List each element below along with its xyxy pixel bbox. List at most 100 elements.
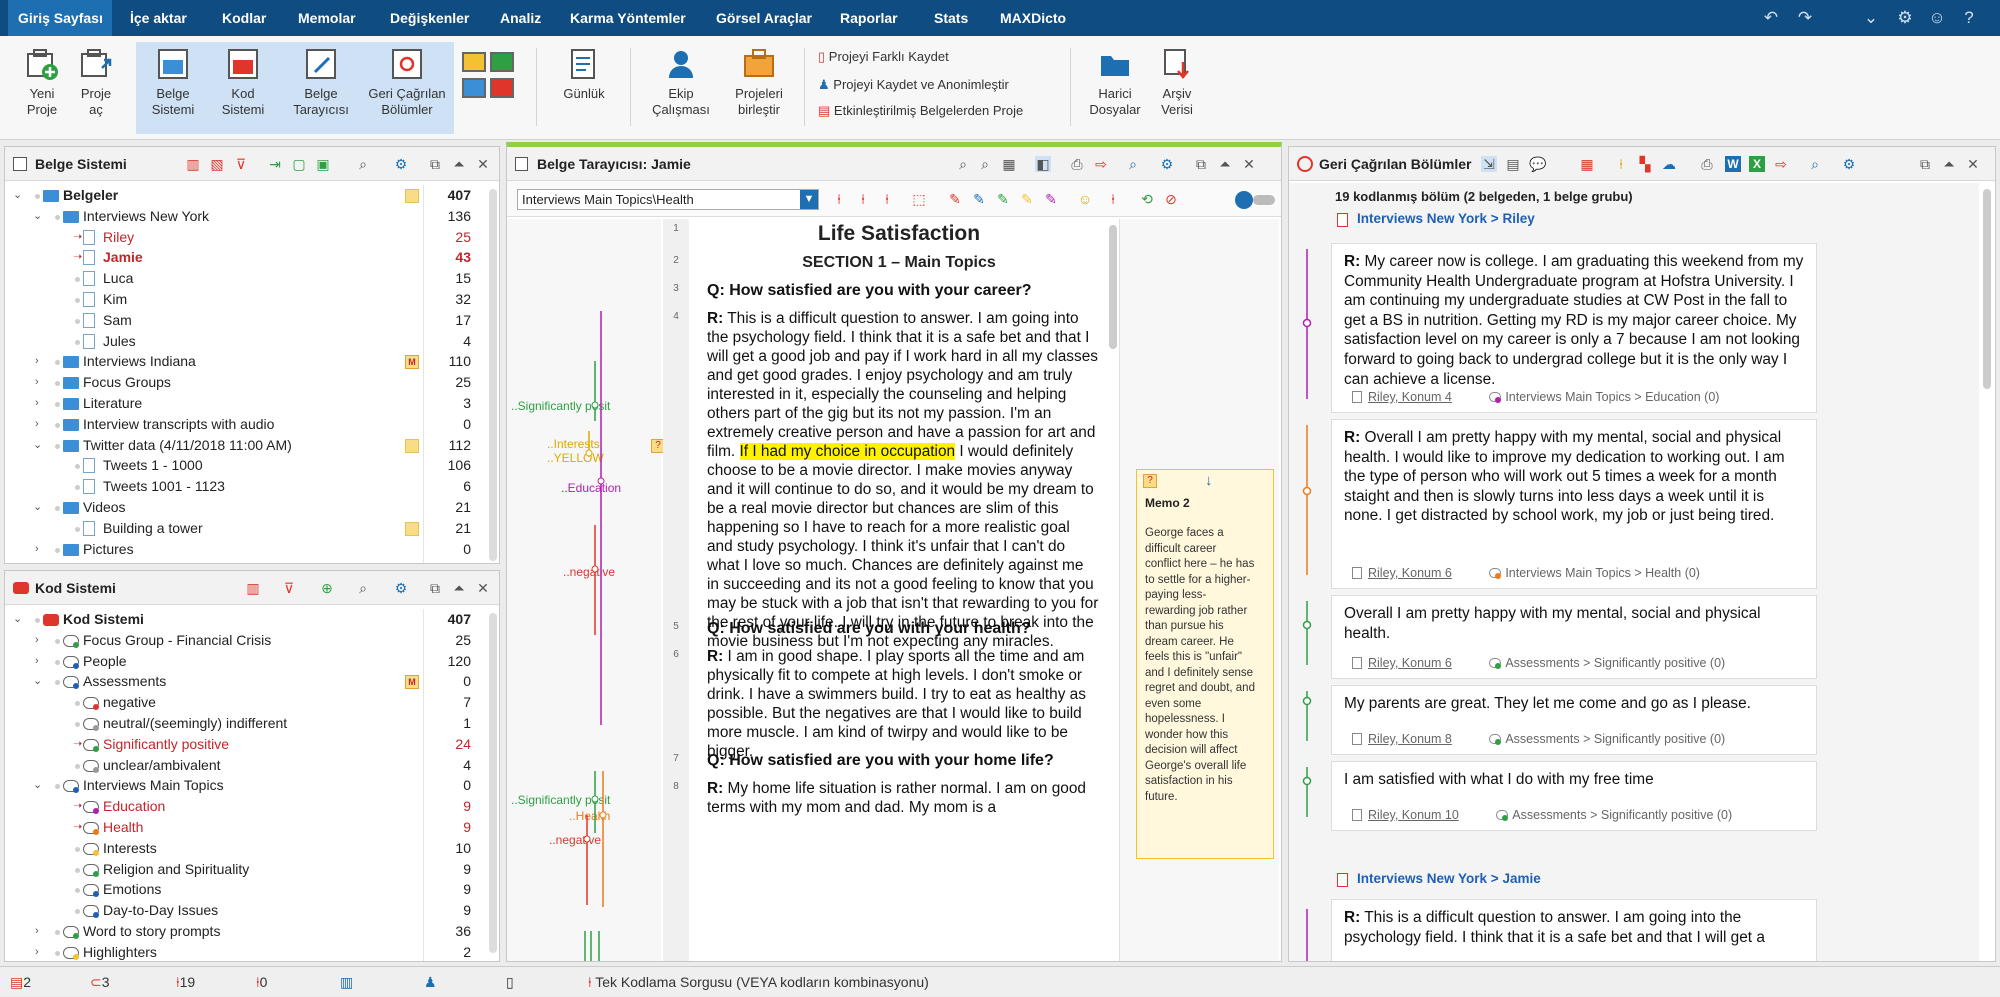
code-multiple-icon[interactable]: ⍿: [879, 191, 895, 207]
activate-codes-icon[interactable]: ▥: [245, 580, 261, 596]
chevron-right-icon[interactable]: ›: [35, 942, 49, 961]
filter-docs-icon[interactable]: ⊽: [233, 156, 249, 172]
code-in-vivo-icon[interactable]: ⍿: [1105, 191, 1121, 207]
edit-mode-icon[interactable]: [1235, 191, 1253, 209]
code-tree-row[interactable]: ➝ Education 9: [5, 796, 487, 817]
import-docs-icon[interactable]: ⇥: [267, 156, 283, 172]
chevron-right-icon[interactable]: ›: [35, 921, 49, 942]
new-project-button[interactable]: Yeni Proje: [18, 42, 66, 134]
chevron-right-icon[interactable]: ›: [35, 372, 49, 393]
chevron-down-icon[interactable]: ⌄: [33, 206, 47, 227]
doc-scrollbar[interactable]: [1109, 225, 1117, 349]
tab-5[interactable]: Analiz: [490, 0, 551, 36]
code-area-icon[interactable]: ⬚: [911, 191, 927, 207]
comment-icon[interactable]: 💬: [1529, 156, 1546, 172]
code-tree-row[interactable]: Day-to-Day Issues 9: [5, 900, 487, 921]
deactivate-docs-icon[interactable]: ▧: [209, 156, 225, 172]
segment-card[interactable]: R: My career now is college. I am gradua…: [1331, 243, 1817, 413]
search-icon[interactable]: ⌕: [355, 156, 371, 172]
doc-scrollbar[interactable]: [489, 189, 497, 561]
undock-icon[interactable]: ⧉: [427, 580, 443, 596]
segment-source-link[interactable]: Riley, Konum 6: [1368, 566, 1452, 580]
document-text-area[interactable]: Life Satisfaction SECTION 1 – Main Topic…: [693, 219, 1105, 961]
split-view-icon[interactable]: ◧: [1035, 156, 1051, 172]
status-memos[interactable]: ⍿0: [256, 967, 267, 997]
cloud-icon[interactable]: ☁: [1661, 156, 1677, 172]
doc-tree-row[interactable]: ➝ Jamie 43: [5, 247, 487, 268]
doc-tree-row[interactable]: › Interview transcripts with audio 0: [5, 414, 487, 435]
archive-button[interactable]: Arşiv Verisi: [1150, 42, 1204, 134]
code-tree-row[interactable]: › Word to story prompts 36: [5, 921, 487, 942]
close-icon[interactable]: ✕: [475, 156, 491, 172]
retrieved-segments-button[interactable]: Geri Çağrılan Bölümler: [364, 42, 450, 134]
code-tree-row[interactable]: negative 7: [5, 692, 487, 713]
code-tree-row[interactable]: › Focus Group - Financial Crisis 25: [5, 630, 487, 651]
save-as-button[interactable]: ▯ Projeyi Farklı Kaydet: [818, 46, 949, 68]
logbook-button[interactable]: Günlük: [556, 42, 612, 134]
remove-coding-icon[interactable]: ⊘: [1163, 191, 1179, 207]
undo-icon[interactable]: ↶: [1760, 8, 1782, 30]
code-tree-row[interactable]: Emotions 9: [5, 879, 487, 900]
collapse-icon[interactable]: ⏶: [451, 156, 467, 172]
doc-system-button[interactable]: Belge Sistemi: [144, 42, 202, 134]
help-icon[interactable]: ?: [1958, 8, 1980, 30]
doc-tree-row[interactable]: ⌄ Videos 21: [5, 497, 487, 518]
external-files-button[interactable]: Harici Dosyalar: [1082, 42, 1148, 134]
activate-docs-icon[interactable]: ▥: [185, 156, 201, 172]
chevron-down-icon[interactable]: ⌄: [33, 775, 47, 796]
from-activated-button[interactable]: ▤ Etkinleştirilmiş Belgelerden Proje: [818, 100, 1023, 122]
segment-source-link[interactable]: Riley, Konum 6: [1368, 656, 1452, 670]
search-icon[interactable]: ⌕: [1807, 156, 1823, 172]
code-tree-row[interactable]: unclear/ambivalent 4: [5, 755, 487, 776]
tab-8[interactable]: Raporlar: [830, 0, 908, 36]
collapse-icon[interactable]: ⏶: [1217, 156, 1233, 172]
gear-icon[interactable]: ⚙: [1159, 156, 1175, 172]
doc-tree-row[interactable]: › Focus Groups 25: [5, 372, 487, 393]
query-mode[interactable]: ⍿ Tek Kodlama Sorgusu (VEYA kodların kom…: [588, 967, 929, 997]
code-tree-row[interactable]: ⌄ Assessments M 0: [5, 671, 487, 692]
code-tree-row[interactable]: ⌄ Kod Sistemi 407: [5, 609, 487, 630]
edit-mode-toggle[interactable]: [1253, 195, 1275, 205]
undo-coding-icon[interactable]: ⟲: [1139, 191, 1155, 207]
close-icon[interactable]: ✕: [475, 580, 491, 596]
doc-tree-row[interactable]: Tweets 1001 - 1123 6: [5, 476, 487, 497]
segment-card[interactable]: Overall I am pretty happy with my mental…: [1331, 595, 1817, 679]
code-icon[interactable]: ⍿: [831, 191, 847, 207]
tab-1[interactable]: İçe aktar: [120, 0, 197, 36]
gear-icon[interactable]: ⚙: [393, 156, 409, 172]
chevron-down-icon[interactable]: ⌄: [33, 671, 47, 692]
segment-source-link[interactable]: Riley, Konum 4: [1368, 390, 1452, 404]
emoticode-icon[interactable]: ☺: [1077, 191, 1093, 207]
doc-tree-row[interactable]: Building a tower 21: [5, 518, 487, 539]
code-select[interactable]: Interviews Main Topics\Health ▼: [517, 189, 819, 210]
gear-icon[interactable]: ⚙: [1841, 156, 1857, 172]
merge-projects-button[interactable]: Projeleri birleştir: [726, 42, 792, 134]
status-codes[interactable]: ⊂3: [90, 967, 110, 997]
doc-tree-row[interactable]: ⌄ Belgeler 407: [5, 185, 487, 206]
doc-browser-button[interactable]: Belge Tarayıcısı: [290, 42, 352, 134]
chevron-down-icon[interactable]: ▼: [800, 190, 818, 209]
open-project-button[interactable]: Proje aç: [74, 42, 118, 134]
memo-icon[interactable]: [405, 521, 419, 536]
tab-0[interactable]: Giriş Sayfası: [8, 0, 112, 36]
chevron-right-icon[interactable]: ›: [35, 351, 49, 372]
layout-grid-icon[interactable]: [460, 50, 516, 106]
highlighter-green-icon[interactable]: ✎: [995, 191, 1011, 207]
segment-group-jamie[interactable]: Interviews New York > Jamie: [1357, 871, 1541, 886]
chevron-right-icon[interactable]: ›: [35, 651, 49, 672]
search-icon[interactable]: ⌕: [355, 580, 371, 596]
code-tree-row[interactable]: ➝ Significantly positive 24: [5, 734, 487, 755]
chevron-down-icon[interactable]: ⌄: [1860, 8, 1882, 30]
code-new-icon[interactable]: ⍿: [855, 191, 871, 207]
code-tree-row[interactable]: Interests 10: [5, 838, 487, 859]
undock-icon[interactable]: ⧉: [1193, 156, 1209, 172]
doc-tree-row[interactable]: Luca 15: [5, 268, 487, 289]
doc-link-icon[interactable]: ⇲: [1481, 156, 1497, 172]
highlighter-blue-icon[interactable]: ✎: [971, 191, 987, 207]
chevron-down-icon[interactable]: ⌄: [33, 435, 47, 456]
code-tree-row[interactable]: › Highlighters 2: [5, 942, 487, 961]
highlighter-magenta-icon[interactable]: ✎: [1043, 191, 1059, 207]
doc-tree-row[interactable]: ➝ Riley 25: [5, 227, 487, 248]
doc-list-icon[interactable]: ▤: [1505, 156, 1521, 172]
chevron-down-icon[interactable]: ⌄: [13, 609, 27, 630]
